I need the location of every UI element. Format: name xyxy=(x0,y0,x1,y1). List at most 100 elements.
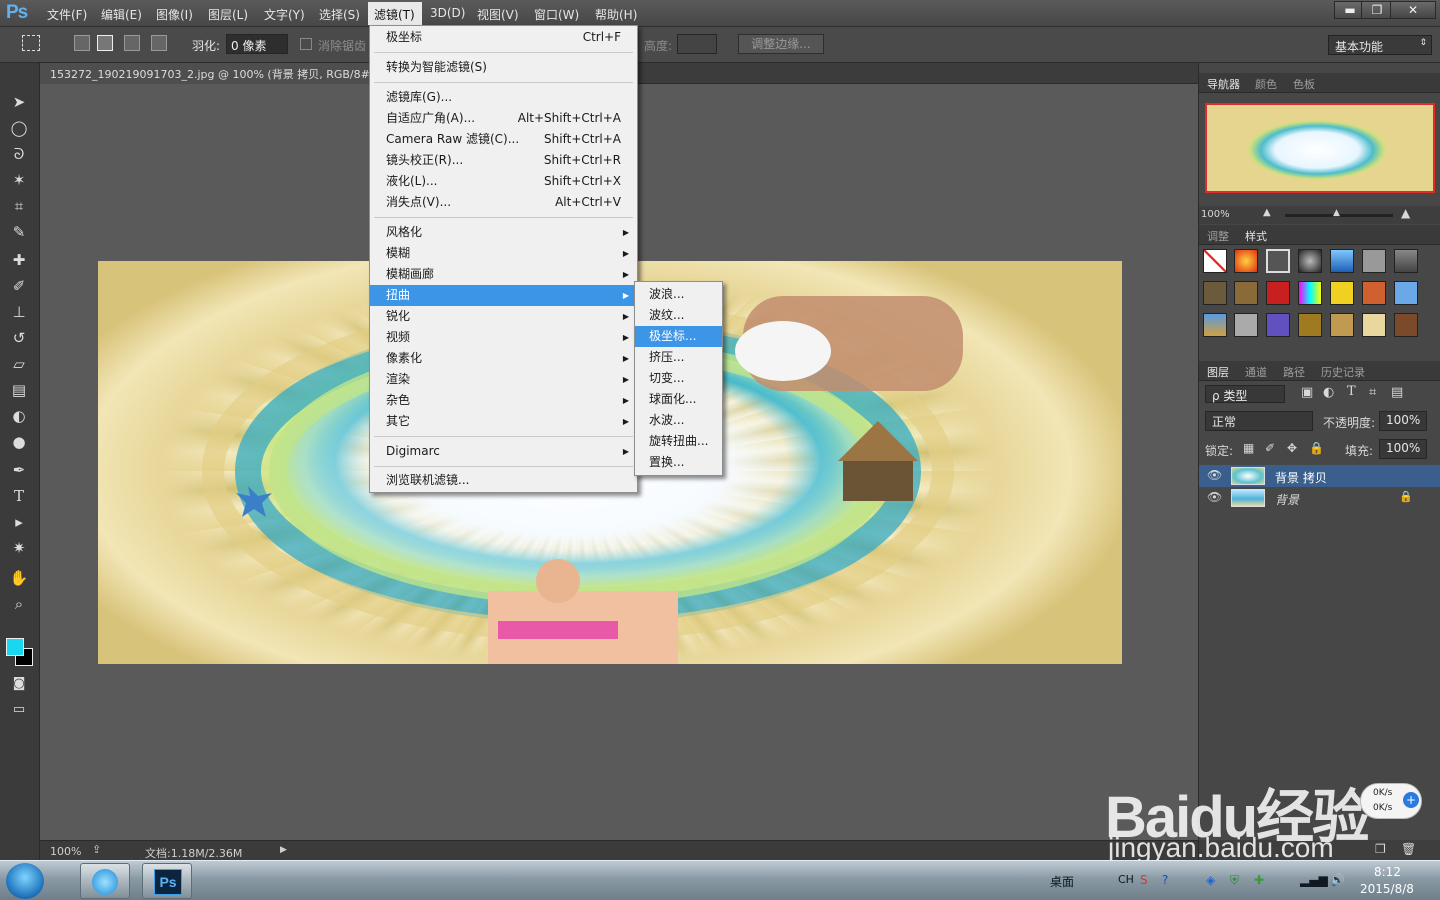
distort-item[interactable]: 置换... xyxy=(635,452,722,473)
filter-menu-item[interactable]: 风格化 ▶ xyxy=(370,222,637,243)
zoom-slider-thumb-icon[interactable]: ▲ xyxy=(1333,208,1340,218)
filter-menu-item[interactable]: 消失点(V)... Alt+Ctrl+V xyxy=(370,192,637,213)
distort-item[interactable]: 波纹... xyxy=(635,305,722,326)
blend-mode-select[interactable]: 正常 xyxy=(1205,411,1313,431)
lock-all-icon[interactable]: 🔒 xyxy=(1309,441,1324,455)
style-swatch[interactable] xyxy=(1203,313,1227,337)
network-widget[interactable]: 0K/s 0K/s + xyxy=(1360,783,1422,819)
subtract-selection-icon[interactable] xyxy=(124,35,140,51)
tab-styles[interactable]: 样式 xyxy=(1245,228,1267,244)
style-swatch[interactable] xyxy=(1298,313,1322,337)
zoom-tool-icon[interactable]: ⌕ xyxy=(8,593,30,615)
style-swatch[interactable] xyxy=(1362,313,1386,337)
antialias-checkbox[interactable] xyxy=(300,38,312,50)
clock-time[interactable]: 8:12 xyxy=(1374,865,1401,879)
filter-menu-item[interactable]: 杂色 ▶ xyxy=(370,390,637,411)
style-swatch[interactable] xyxy=(1330,313,1354,337)
style-swatch[interactable] xyxy=(1362,281,1386,305)
marquee-tool-icon[interactable] xyxy=(22,35,40,51)
healing-brush-icon[interactable]: ✚ xyxy=(8,249,30,271)
zoom-in-icon[interactable]: ▲ xyxy=(1401,206,1410,220)
menu-image[interactable]: 图像(I) xyxy=(156,6,193,23)
path-select-icon[interactable]: ▸ xyxy=(8,511,30,533)
layer-kind-filter[interactable]: ρ 类型 xyxy=(1205,385,1285,403)
taskbar-app-photoshop[interactable]: Ps xyxy=(142,863,192,899)
style-swatch[interactable] xyxy=(1266,281,1290,305)
filter-menu-item[interactable]: 视频 ▶ xyxy=(370,327,637,348)
menu-select[interactable]: 选择(S) xyxy=(319,6,360,23)
filter-menu-item[interactable]: Digimarc ▶ xyxy=(370,441,637,462)
distort-item[interactable]: 水波... xyxy=(635,410,722,431)
layer-row-background[interactable]: 👁 背景 🔒 xyxy=(1199,487,1440,509)
network-tray-icon[interactable]: ◈ xyxy=(1206,873,1215,887)
custom-shape-icon[interactable]: ✷ xyxy=(8,537,30,559)
style-swatch[interactable] xyxy=(1298,281,1322,305)
restore-button[interactable]: ❐ xyxy=(1361,1,1393,19)
lock-position-icon[interactable]: ✥ xyxy=(1287,441,1297,455)
visibility-eye-icon[interactable]: 👁 xyxy=(1207,490,1222,504)
feather-input[interactable]: 0 像素 xyxy=(226,34,288,54)
start-button[interactable] xyxy=(6,863,44,899)
volume-icon[interactable]: 🔊 xyxy=(1330,873,1345,887)
filter-menu-item[interactable]: 镜头校正(R)... Shift+Ctrl+R xyxy=(370,150,637,171)
layer-name[interactable]: 背景 xyxy=(1275,491,1299,508)
filter-menu-item[interactable]: 模糊 ▶ xyxy=(370,243,637,264)
gradient-tool-icon[interactable]: ▤ xyxy=(8,379,30,401)
menu-help[interactable]: 帮助(H) xyxy=(595,6,637,23)
filter-menu-item[interactable]: 液化(L)... Shift+Ctrl+X xyxy=(370,171,637,192)
tab-channels[interactable]: 通道 xyxy=(1245,364,1267,380)
smart-object-filter-icon[interactable]: ▤ xyxy=(1391,385,1403,400)
move-tool-icon[interactable]: ➤ xyxy=(8,91,30,113)
style-swatch[interactable] xyxy=(1298,249,1322,273)
filter-menu-item[interactable]: 其它 ▶ xyxy=(370,411,637,432)
tab-history[interactable]: 历史记录 xyxy=(1321,364,1365,380)
type-tool-icon[interactable]: T xyxy=(8,485,30,507)
style-swatch[interactable] xyxy=(1266,249,1290,273)
tab-navigator[interactable]: 导航器 xyxy=(1207,76,1240,92)
security-icon[interactable]: ⛨ xyxy=(1230,873,1239,888)
style-swatch[interactable] xyxy=(1203,249,1227,273)
plus-icon[interactable]: + xyxy=(1403,792,1419,808)
brush-tool-icon[interactable]: ✐ xyxy=(8,275,30,297)
menu-window[interactable]: 窗口(W) xyxy=(534,6,579,23)
filter-menu-item[interactable]: 自适应广角(A)... Alt+Shift+Ctrl+A xyxy=(370,108,637,129)
filter-menu-item[interactable]: 浏览联机滤镜... xyxy=(370,470,637,491)
dodge-tool-icon[interactable]: ● xyxy=(8,431,30,453)
play-arrow-icon[interactable]: ▶ xyxy=(280,845,287,855)
distort-item[interactable]: 波浪... xyxy=(635,284,722,305)
tab-adjustments[interactable]: 调整 xyxy=(1207,228,1229,244)
hand-tool-icon[interactable]: ✋ xyxy=(8,567,30,589)
filter-menu-item[interactable]: 滤镜库(G)... xyxy=(370,87,637,108)
menu-type[interactable]: 文字(Y) xyxy=(264,6,305,23)
tab-layers[interactable]: 图层 xyxy=(1207,364,1229,380)
zoom-level[interactable]: 100% xyxy=(50,845,81,858)
blur-tool-icon[interactable]: ◐ xyxy=(8,405,30,427)
style-swatch[interactable] xyxy=(1394,281,1418,305)
screen-mode-icon[interactable]: ▭ xyxy=(8,699,30,721)
clone-stamp-icon[interactable]: ⊥ xyxy=(8,301,30,323)
menu-3d[interactable]: 3D(D) xyxy=(430,6,465,20)
style-swatch[interactable] xyxy=(1203,281,1227,305)
help-icon[interactable]: ? xyxy=(1162,873,1168,887)
style-swatch[interactable] xyxy=(1234,281,1258,305)
pen-tool-icon[interactable]: ✒ xyxy=(8,459,30,481)
new-selection-icon[interactable] xyxy=(74,35,90,51)
filter-menu-item[interactable]: 模糊画廊 ▶ xyxy=(370,264,637,285)
magic-wand-icon[interactable]: ✶ xyxy=(8,169,30,191)
tab-color[interactable]: 颜色 xyxy=(1255,76,1277,92)
layer-row-background-copy[interactable]: 👁 背景 拷贝 xyxy=(1199,465,1440,487)
crop-tool-icon[interactable]: ⌗ xyxy=(8,195,30,217)
lock-pixels-icon[interactable]: ▦ xyxy=(1243,441,1254,455)
distort-item[interactable]: 球面化... xyxy=(635,389,722,410)
clock-date[interactable]: 2015/8/8 xyxy=(1360,882,1414,896)
taskbar-app-browser[interactable] xyxy=(80,863,130,899)
intersect-selection-icon[interactable] xyxy=(151,35,167,51)
eyedropper-icon[interactable]: ✎ xyxy=(8,221,30,243)
distort-item-polar[interactable]: 极坐标... xyxy=(635,326,722,347)
ime-indicator[interactable]: CH xyxy=(1118,873,1134,886)
image-filter-icon[interactable]: ▣ xyxy=(1301,385,1313,400)
add-selection-icon[interactable] xyxy=(97,35,113,51)
style-swatch[interactable] xyxy=(1394,313,1418,337)
navigator-thumbnail[interactable] xyxy=(1205,103,1435,193)
distort-item[interactable]: 挤压... xyxy=(635,347,722,368)
